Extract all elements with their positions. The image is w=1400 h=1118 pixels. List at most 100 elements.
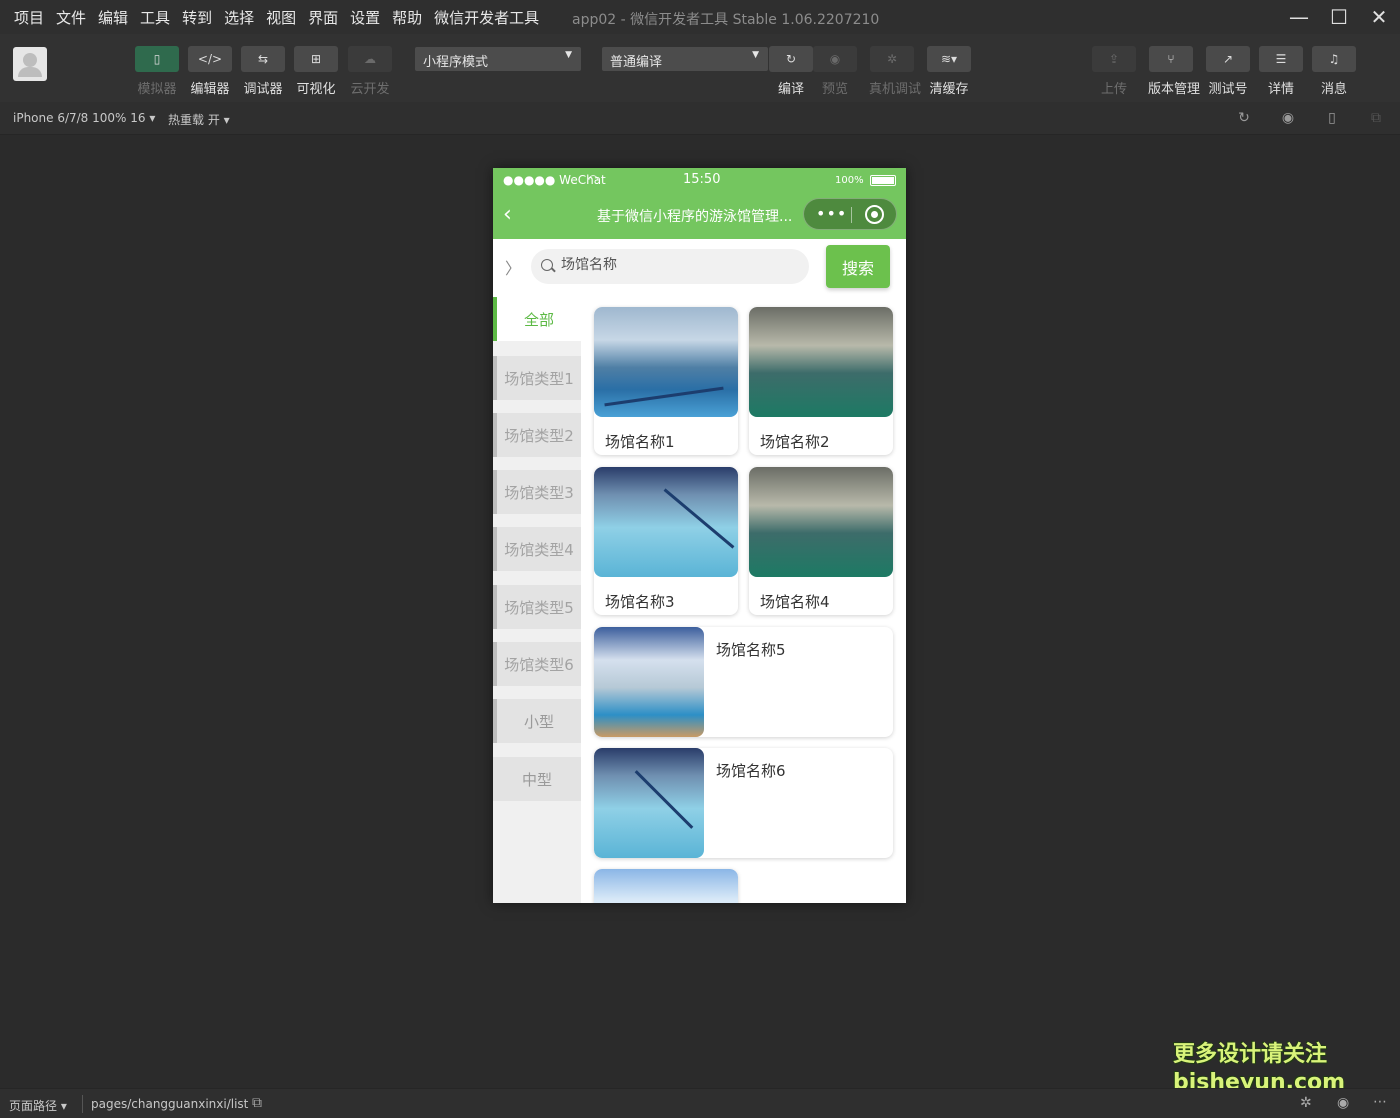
- category-item-small[interactable]: 小型: [493, 699, 581, 743]
- copy-icon[interactable]: ⧉: [252, 1095, 262, 1111]
- venue-image: [749, 467, 893, 577]
- menu-item-goto[interactable]: 转到: [176, 7, 218, 28]
- category-item-type2[interactable]: 场馆类型2: [493, 413, 581, 457]
- venue-name: 场馆名称1: [605, 433, 675, 451]
- simulator-button[interactable]: ▯ 模拟器: [134, 46, 180, 97]
- layout-icon: ⊞: [294, 46, 338, 72]
- venue-image: [594, 869, 738, 903]
- mode-select-value: 小程序模式: [423, 55, 489, 70]
- toolbar: ▯ 模拟器 </> 编辑器 ⇆ 调试器 ⊞ 可视化 ☁ 云开发 小程序模式 ▼ …: [0, 34, 1400, 102]
- phone-nav-bar: ‹ 基于微信小程序的游泳馆管理... •••: [493, 192, 906, 239]
- phone-status-bar: ●●●●● WeChat ◠ 15:50 100%: [493, 168, 906, 192]
- back-arrow-icon[interactable]: ‹: [503, 202, 512, 227]
- details-button[interactable]: ☰ 详情: [1258, 46, 1304, 97]
- pool-lane: [663, 488, 735, 549]
- debug-icon: ⇆: [241, 46, 285, 72]
- search-box: [531, 249, 809, 284]
- venue-card[interactable]: 场馆名称3: [594, 467, 738, 615]
- search-row: 〉 搜索: [493, 239, 906, 297]
- version-button[interactable]: ⑂ 版本管理: [1148, 46, 1201, 97]
- venue-name: 场馆名称3: [605, 593, 675, 611]
- minimize-icon[interactable]: —: [1286, 4, 1312, 30]
- device-select[interactable]: iPhone 6/7/8 100% 16 ▾: [13, 111, 155, 125]
- menu-item-edit[interactable]: 编辑: [92, 7, 134, 28]
- window-controls: — ☐ ✕: [1286, 4, 1392, 30]
- remote-debug-button[interactable]: ✲ 真机调试: [869, 46, 921, 97]
- battery-icon: [870, 175, 896, 186]
- menu-item-help[interactable]: 帮助: [386, 7, 428, 28]
- venue-card[interactable]: [594, 869, 738, 903]
- compile-select[interactable]: 普通编译 ▼: [602, 47, 768, 71]
- venue-image: [594, 748, 704, 858]
- menu-item-settings[interactable]: 设置: [344, 7, 386, 28]
- visual-button[interactable]: ⊞ 可视化: [293, 46, 339, 97]
- search-input[interactable]: [561, 257, 801, 273]
- eye-icon[interactable]: ◉: [1337, 1095, 1349, 1111]
- upload-icon: ⇪: [1092, 46, 1136, 72]
- chevron-right-icon[interactable]: 〉: [505, 255, 521, 279]
- window-title: app02 - 微信开发者工具 Stable 1.06.2207210: [572, 12, 880, 28]
- category-item-type4[interactable]: 场馆类型4: [493, 527, 581, 571]
- record-icon[interactable]: ◉: [1279, 110, 1297, 128]
- venue-card[interactable]: 场馆名称4: [749, 467, 893, 615]
- venue-card[interactable]: 场馆名称6: [594, 748, 893, 858]
- phone-frame-icon[interactable]: ▯: [1323, 110, 1341, 128]
- menu-item-interface[interactable]: 界面: [302, 7, 344, 28]
- rotate-icon[interactable]: ↻: [1235, 110, 1253, 128]
- page-path: pages/changguanxinxi/list: [91, 1097, 249, 1111]
- venue-card[interactable]: 场馆名称1: [594, 307, 738, 455]
- phone-icon: ▯: [135, 46, 179, 72]
- preview-button[interactable]: ◉ 预览: [812, 46, 858, 97]
- upload-button[interactable]: ⇪ 上传: [1091, 46, 1137, 97]
- messages-button[interactable]: ♫ 消息: [1311, 46, 1357, 97]
- page-title: 基于微信小程序的游泳馆管理...: [597, 209, 793, 225]
- detach-window-icon[interactable]: ⧉: [1367, 110, 1385, 128]
- version-label: 版本管理: [1148, 82, 1201, 97]
- mode-select[interactable]: 小程序模式 ▼: [415, 47, 581, 71]
- venue-name: 场馆名称5: [716, 641, 786, 659]
- eye-icon: ◉: [813, 46, 857, 72]
- bug-icon: ✲: [870, 46, 914, 72]
- close-miniprogram-icon[interactable]: [865, 205, 884, 224]
- menu-item-file[interactable]: 文件: [50, 7, 92, 28]
- search-icon: [541, 259, 553, 271]
- cloud-label: 云开发: [350, 82, 390, 97]
- pool-lane: [604, 386, 724, 407]
- menu-bar: 项目 文件 编辑 工具 转到 选择 视图 界面 设置 帮助 微信开发者工具 ap…: [0, 0, 1400, 34]
- hot-reload-toggle[interactable]: 热重载 开 ▾: [168, 111, 230, 128]
- category-item-type1[interactable]: 场馆类型1: [493, 356, 581, 400]
- venue-card[interactable]: 场馆名称5: [594, 627, 893, 737]
- bell-icon: ♫: [1312, 46, 1356, 72]
- more-dots-icon[interactable]: •••: [816, 204, 847, 223]
- wifi-icon: ◠: [588, 172, 599, 186]
- category-item-all[interactable]: 全部: [493, 297, 581, 341]
- category-item-type5[interactable]: 场馆类型5: [493, 585, 581, 629]
- page-path-select[interactable]: 页面路径 ▾: [9, 1097, 67, 1114]
- battery-fill: [872, 177, 894, 184]
- menu-item-select[interactable]: 选择: [218, 7, 260, 28]
- menu-item-wechat-devtools[interactable]: 微信开发者工具: [428, 7, 545, 28]
- chevron-down-icon: ▼: [565, 50, 572, 60]
- menu-item-project[interactable]: 项目: [8, 7, 50, 28]
- category-item-type6[interactable]: 场馆类型6: [493, 642, 581, 686]
- category-item-medium[interactable]: 中型: [493, 757, 581, 801]
- menu-item-view[interactable]: 视图: [260, 7, 302, 28]
- clear-cache-label: 清缓存: [929, 82, 969, 97]
- test-account-button[interactable]: ↗ 测试号: [1205, 46, 1251, 97]
- more-icon[interactable]: ⋯: [1373, 1094, 1387, 1110]
- visual-label: 可视化: [296, 82, 336, 97]
- menu-item-tools[interactable]: 工具: [134, 7, 176, 28]
- clear-cache-button[interactable]: ≋▾ 清缓存: [926, 46, 972, 97]
- simulator-label: 模拟器: [137, 82, 177, 97]
- search-button[interactable]: 搜索: [826, 245, 890, 288]
- category-item-type3[interactable]: 场馆类型3: [493, 470, 581, 514]
- venue-card[interactable]: 场馆名称2: [749, 307, 893, 455]
- maximize-icon[interactable]: ☐: [1326, 4, 1352, 30]
- debugger-button[interactable]: ⇆ 调试器: [240, 46, 286, 97]
- avatar[interactable]: [13, 47, 47, 81]
- bug-icon[interactable]: ✲: [1300, 1095, 1312, 1111]
- editor-button[interactable]: </> 编辑器: [187, 46, 233, 97]
- close-icon[interactable]: ✕: [1366, 4, 1392, 30]
- compile-button[interactable]: ↻ 编译: [768, 46, 814, 97]
- cloud-button[interactable]: ☁ 云开发: [347, 46, 393, 97]
